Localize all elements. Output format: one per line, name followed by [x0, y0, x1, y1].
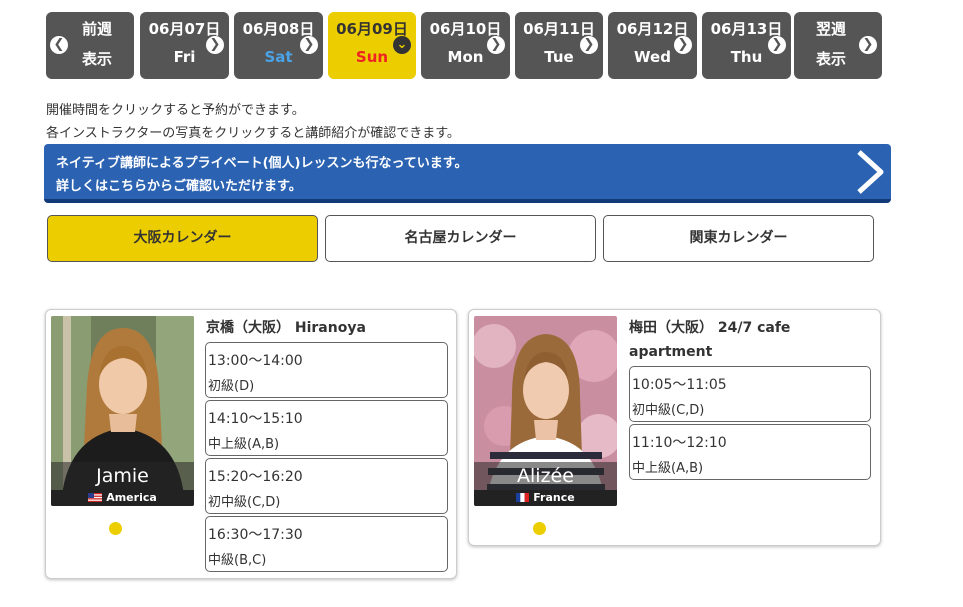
instructor-photo-alizee[interactable]: Alizée France — [474, 316, 617, 506]
lesson-slot[interactable]: 10:05〜11:05 初中級(C,D) — [629, 366, 871, 422]
region-nagoya-button[interactable]: 名古屋カレンダー — [325, 215, 596, 262]
us-flag-icon — [88, 493, 103, 502]
date-tab-mon[interactable]: 06月10日 Mon ❯ — [421, 12, 510, 79]
lesson-slot[interactable]: 11:10〜12:10 中上級(A,B) — [629, 424, 871, 480]
lesson-slot[interactable]: 14:10〜15:10 中上級(A,B) — [205, 400, 448, 456]
next-week-button[interactable]: 翌週 表示 ❯ — [794, 12, 882, 79]
chevron-right-icon: ❯ — [487, 36, 505, 54]
availability-dot — [109, 522, 122, 535]
instructor-country: France — [474, 490, 617, 506]
lesson-slot[interactable]: 16:30〜17:30 中級(B,C) — [205, 516, 448, 572]
chevron-right-icon: ❯ — [674, 36, 692, 54]
instructor-name: Alizée — [474, 462, 617, 490]
instructor-photo-jamie[interactable]: Jamie America — [51, 316, 194, 506]
lesson-slot[interactable]: 15:20〜16:20 初中級(C,D) — [205, 458, 448, 514]
private-lesson-banner[interactable]: ネイティブ講師によるプライベート(個人)レッスンも行なっています。 詳しくはこち… — [44, 144, 891, 203]
instructor-name: Jamie — [51, 462, 194, 490]
lesson-location: 京橋（大阪） Hiranoya — [206, 320, 366, 336]
date-tab-thu[interactable]: 06月13日 Thu ❯ — [702, 12, 791, 79]
notice-instructor-photo: 各インストラクターの写真をクリックすると講師紹介が確認できます。 — [46, 126, 460, 141]
date-tab-wed[interactable]: 06月12日 Wed ❯ — [608, 12, 697, 79]
chevron-down-icon: ⌄ — [393, 36, 411, 54]
instructor-card-jamie: Jamie America 京橋（大阪） Hiranoya 13:00〜14:0… — [45, 309, 457, 579]
chevron-right-icon: ❯ — [300, 36, 318, 54]
date-tab-sun-selected[interactable]: 06月09日 Sun ⌄ — [328, 12, 416, 79]
instructor-card-alizee: Alizée France 梅田（大阪） 24/7 cafe apartment… — [468, 309, 881, 546]
region-osaka-button[interactable]: 大阪カレンダー — [47, 215, 318, 262]
france-flag-icon — [516, 493, 530, 502]
banner-line2: 詳しくはこちらからご確認いただけます。 — [56, 179, 302, 194]
instructor-country: America — [51, 490, 194, 506]
chevron-right-icon — [857, 150, 884, 194]
chevron-right-icon: ❯ — [580, 36, 598, 54]
chevron-right-icon: ❯ — [768, 36, 786, 54]
availability-dot — [533, 522, 546, 535]
date-tab-sat[interactable]: 06月08日 Sat ❯ — [234, 12, 323, 79]
date-tab-fri[interactable]: 06月07日 Fri ❯ — [140, 12, 229, 79]
banner-line1: ネイティブ講師によるプライベート(個人)レッスンも行なっています。 — [56, 156, 468, 171]
prev-week-button[interactable]: ❮ 前週 表示 — [46, 12, 134, 79]
region-kanto-button[interactable]: 関東カレンダー — [603, 215, 874, 262]
chevron-right-icon: ❯ — [206, 36, 224, 54]
lesson-location: 梅田（大阪） 24/7 cafe apartment — [629, 320, 791, 360]
chevron-right-icon: ❯ — [859, 36, 877, 54]
lesson-slot[interactable]: 13:00〜14:00 初級(D) — [205, 342, 448, 398]
date-tab-tue[interactable]: 06月11日 Tue ❯ — [515, 12, 603, 79]
notice-reservation: 開催時間をクリックすると予約ができます。 — [46, 103, 305, 118]
